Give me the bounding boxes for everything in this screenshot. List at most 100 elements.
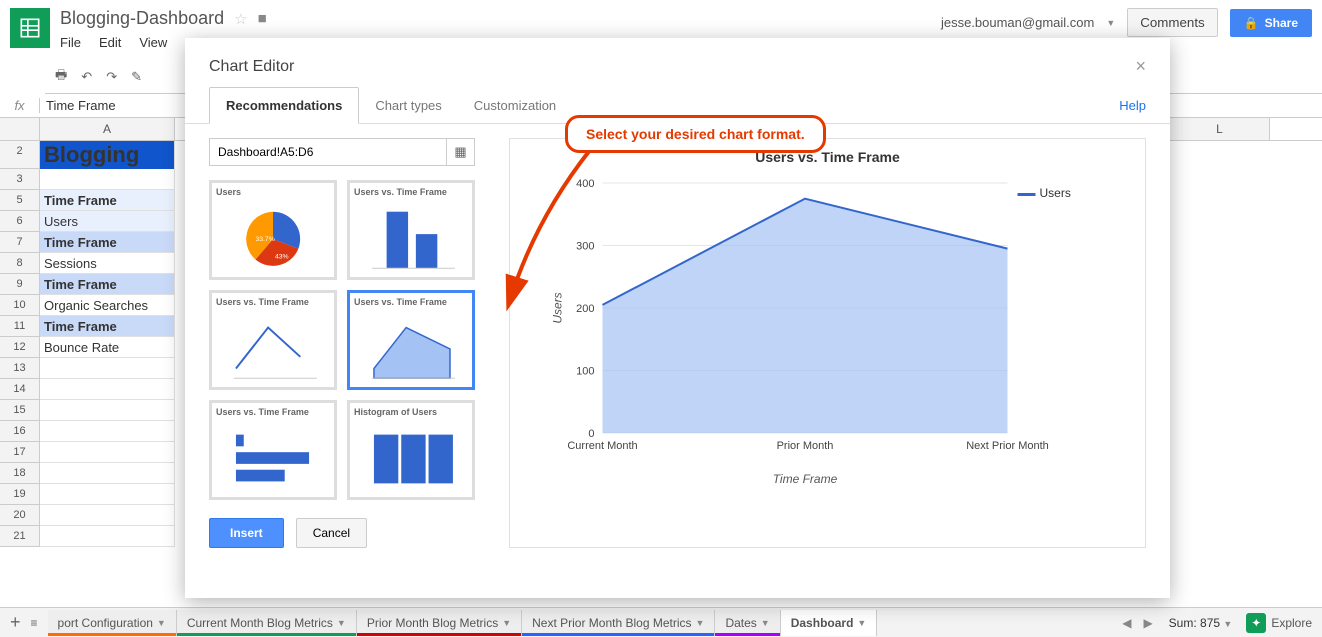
menu-view[interactable]: View — [139, 35, 167, 50]
row-header[interactable]: 12 — [0, 337, 39, 358]
tab-chart-types[interactable]: Chart types — [359, 88, 457, 123]
svg-text:43%: 43% — [275, 254, 289, 261]
fx-label: fx — [0, 98, 40, 113]
range-input[interactable] — [210, 145, 446, 159]
svg-text:0: 0 — [588, 428, 594, 440]
cell[interactable]: Bounce Rate — [40, 337, 175, 357]
row-header[interactable]: 10 — [0, 295, 39, 316]
comments-button[interactable]: Comments — [1127, 8, 1217, 37]
star-icon[interactable]: ☆ — [234, 10, 247, 28]
cancel-button[interactable]: Cancel — [296, 518, 367, 548]
print-icon[interactable]: 🖶 — [55, 66, 67, 88]
row-header[interactable]: 3 — [0, 169, 39, 190]
cell[interactable] — [40, 379, 175, 399]
row-header[interactable]: 2 — [0, 141, 39, 169]
line-thumb — [216, 310, 330, 388]
cell[interactable] — [40, 484, 175, 504]
cell[interactable] — [40, 526, 175, 546]
grid-select-icon[interactable]: ▦ — [446, 139, 474, 165]
add-sheet-icon[interactable]: + — [10, 612, 21, 633]
annotation-callout: Select your desired chart format. — [565, 115, 826, 153]
svg-text:Time Frame: Time Frame — [773, 472, 838, 486]
cell[interactable]: Blogging — [40, 141, 175, 169]
row-header[interactable]: 17 — [0, 442, 39, 463]
sum-box[interactable]: Sum: 875 ▼ — [1169, 616, 1233, 630]
cell[interactable]: Users — [40, 211, 175, 231]
row-header[interactable]: 18 — [0, 463, 39, 484]
cell[interactable]: Sessions — [40, 253, 175, 273]
formula-bar[interactable]: Time Frame — [40, 98, 116, 113]
sheet-tab[interactable]: Next Prior Month Blog Metrics▼ — [522, 610, 715, 636]
row-header[interactable]: 7 — [0, 232, 39, 253]
cell[interactable]: Time Frame — [40, 274, 175, 294]
row-header[interactable]: 19 — [0, 484, 39, 505]
user-email[interactable]: jesse.bouman@gmail.com — [941, 15, 1094, 30]
tab-scroll-right-icon[interactable]: ▶ — [1137, 616, 1158, 630]
menu-edit[interactable]: Edit — [99, 35, 121, 50]
help-link[interactable]: Help — [1119, 98, 1146, 113]
cell[interactable] — [40, 400, 175, 420]
all-sheets-icon[interactable]: ≡ — [31, 616, 38, 630]
row-header[interactable]: 21 — [0, 526, 39, 547]
row-header[interactable]: 11 — [0, 316, 39, 337]
folder-icon[interactable]: ■ — [258, 10, 267, 27]
cell[interactable] — [40, 169, 175, 189]
rec-pie[interactable]: Users 33.7% 43% — [209, 180, 337, 280]
lock-icon: 🔒 — [1244, 16, 1259, 30]
redo-icon[interactable]: ↷ — [106, 69, 117, 85]
svg-text:Users: Users — [1040, 186, 1071, 200]
rec-title: Users vs. Time Frame — [216, 297, 330, 307]
cell[interactable]: Time Frame — [40, 232, 175, 252]
sum-text: Sum: 875 — [1169, 616, 1220, 630]
row-header[interactable]: 13 — [0, 358, 39, 379]
tab-customization[interactable]: Customization — [458, 88, 572, 123]
tab-scroll-left-icon[interactable]: ◀ — [1116, 616, 1137, 630]
col-header-l[interactable]: L — [1170, 118, 1270, 140]
rec-histogram[interactable]: Histogram of Users — [347, 400, 475, 500]
explore-label[interactable]: Explore — [1271, 616, 1312, 630]
menu-file[interactable]: File — [60, 35, 81, 50]
sheet-tab[interactable]: Current Month Blog Metrics▼ — [177, 610, 357, 636]
cell[interactable] — [40, 505, 175, 525]
modal-title: Chart Editor — [209, 58, 1135, 76]
cell[interactable] — [40, 421, 175, 441]
undo-icon[interactable]: ↶ — [81, 69, 92, 85]
col-header-a[interactable]: A — [40, 118, 175, 140]
close-icon[interactable]: × — [1135, 56, 1146, 77]
row-header[interactable]: 15 — [0, 400, 39, 421]
select-all-cell[interactable] — [0, 118, 40, 140]
tab-recommendations[interactable]: Recommendations — [209, 87, 359, 124]
row-header[interactable]: 14 — [0, 379, 39, 400]
rec-bar[interactable]: Users vs. Time Frame — [347, 180, 475, 280]
sheet-tab[interactable]: Dates▼ — [715, 610, 780, 636]
paint-format-icon[interactable]: ✎ — [131, 69, 142, 85]
svg-text:33.7%: 33.7% — [255, 236, 274, 243]
cell[interactable] — [40, 358, 175, 378]
cell[interactable]: Organic Searches — [40, 295, 175, 315]
row-header[interactable]: 5 — [0, 190, 39, 211]
rec-hbar[interactable]: Users vs. Time Frame — [209, 400, 337, 500]
svg-text:Prior Month: Prior Month — [777, 440, 834, 452]
rec-area[interactable]: Users vs. Time Frame — [347, 290, 475, 390]
svg-text:100: 100 — [576, 366, 594, 378]
cell[interactable]: Time Frame — [40, 316, 175, 336]
sheet-tab[interactable]: Dashboard▼ — [781, 610, 878, 636]
doc-title[interactable]: Blogging-Dashboard — [60, 8, 224, 29]
rec-line[interactable]: Users vs. Time Frame — [209, 290, 337, 390]
explore-icon[interactable]: ✦ — [1246, 613, 1266, 633]
user-menu-caret-icon[interactable]: ▼ — [1106, 18, 1115, 28]
row-header[interactable]: 8 — [0, 253, 39, 274]
row-header[interactable]: 16 — [0, 421, 39, 442]
share-button[interactable]: 🔒 Share — [1230, 9, 1312, 37]
sheet-tab[interactable]: port Configuration▼ — [48, 610, 177, 636]
pie-thumb: 33.7% 43% — [216, 200, 330, 278]
rec-title: Users — [216, 187, 330, 197]
cell[interactable] — [40, 463, 175, 483]
cell[interactable]: Time Frame — [40, 190, 175, 210]
row-header[interactable]: 20 — [0, 505, 39, 526]
row-header[interactable]: 9 — [0, 274, 39, 295]
row-header[interactable]: 6 — [0, 211, 39, 232]
sheet-tab[interactable]: Prior Month Blog Metrics▼ — [357, 610, 522, 636]
insert-button[interactable]: Insert — [209, 518, 284, 548]
cell[interactable] — [40, 442, 175, 462]
